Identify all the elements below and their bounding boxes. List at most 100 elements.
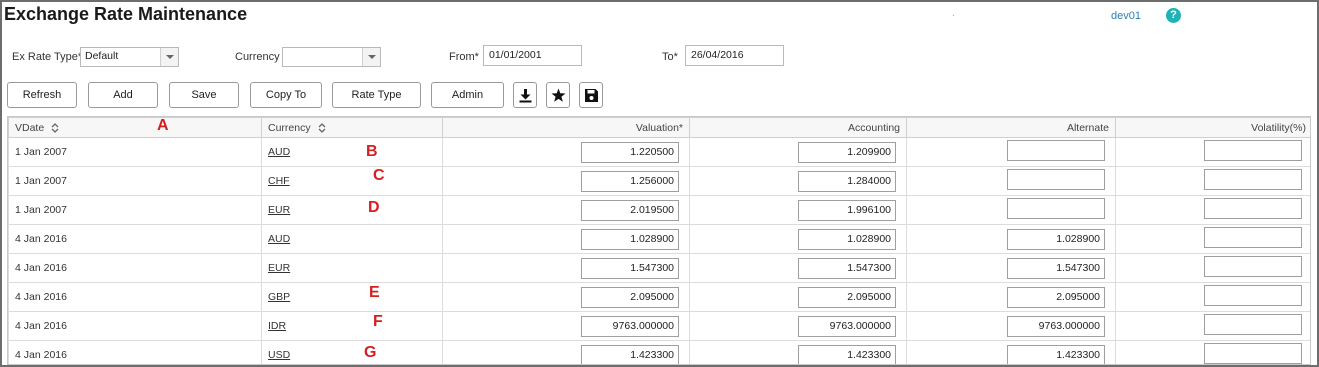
table-row[interactable]: 4 Jan 2016 AUD 1.028900 1.028900 1.028900	[8, 224, 1310, 254]
accounting-cell: 2.095000	[689, 282, 907, 312]
volatility-cell	[1115, 340, 1310, 364]
volatility-input[interactable]	[1204, 140, 1302, 161]
download-button[interactable]	[513, 82, 537, 108]
table-row[interactable]: 1 Jan 2007 CHF 1.256000 1.284000	[8, 166, 1310, 196]
table-row[interactable]: 1 Jan 2007 EUR 2.019500 1.996100	[8, 195, 1310, 225]
refresh-button[interactable]: Refresh	[7, 82, 77, 108]
column-header-alternate[interactable]: Alternate	[906, 117, 1116, 138]
add-button[interactable]: Add	[88, 82, 158, 108]
valuation-input[interactable]: 1.423300	[581, 344, 679, 364]
valuation-input[interactable]: 1.256000	[581, 170, 679, 192]
currency-link[interactable]: EUR	[268, 204, 290, 216]
copy-to-button[interactable]: Copy To	[250, 82, 322, 108]
valuation-cell: 1.028900	[442, 224, 690, 254]
valuation-input[interactable]: 1.547300	[581, 257, 679, 279]
accounting-input[interactable]: 1.423300	[798, 344, 896, 364]
currency-cell: GBP	[261, 282, 443, 312]
accounting-cell: 1.996100	[689, 195, 907, 225]
currency-cell: AUD	[261, 137, 443, 167]
currency-select[interactable]	[282, 47, 381, 67]
column-header-accounting[interactable]: Accounting	[689, 117, 907, 138]
alternate-input[interactable]: 1.423300	[1007, 344, 1105, 364]
currency-link[interactable]: AUD	[268, 233, 290, 245]
alternate-input[interactable]: 9763.000000	[1007, 315, 1105, 337]
valuation-input[interactable]: 2.095000	[581, 286, 679, 308]
save-button[interactable]: Save	[169, 82, 239, 108]
alternate-input[interactable]	[1007, 140, 1105, 161]
accounting-input[interactable]: 1.284000	[798, 170, 896, 192]
volatility-cell	[1115, 195, 1310, 225]
alternate-cell: 1.547300	[906, 253, 1116, 283]
table-row[interactable]: 1 Jan 2007 AUD 1.220500 1.209900	[8, 137, 1310, 167]
alternate-input[interactable]: 2.095000	[1007, 286, 1105, 308]
table-row[interactable]: 4 Jan 2016 EUR 1.547300 1.547300 1.547300	[8, 253, 1310, 283]
column-header-vdate[interactable]: VDate	[8, 117, 262, 138]
valuation-cell: 2.019500	[442, 195, 690, 225]
rate-type-button[interactable]: Rate Type	[332, 82, 421, 108]
accounting-input[interactable]: 9763.000000	[798, 315, 896, 337]
valuation-input[interactable]: 1.220500	[581, 141, 679, 163]
ex-rate-type-select[interactable]: Default	[80, 47, 179, 67]
volatility-input[interactable]	[1204, 169, 1302, 190]
save-layout-button[interactable]	[579, 82, 603, 108]
currency-link[interactable]: GBP	[268, 291, 290, 303]
volatility-input[interactable]	[1204, 285, 1302, 306]
currency-cell: AUD	[261, 224, 443, 254]
alternate-input[interactable]: 1.028900	[1007, 228, 1105, 250]
currency-link[interactable]: USD	[268, 349, 290, 361]
currency-link[interactable]: EUR	[268, 262, 290, 274]
from-label: From*	[449, 51, 479, 63]
column-label: VDate	[15, 121, 45, 134]
valuation-input[interactable]: 1.028900	[581, 228, 679, 250]
volatility-input[interactable]	[1204, 343, 1302, 364]
table-row[interactable]: 4 Jan 2016 USD 1.423300 1.423300 1.423300	[8, 340, 1310, 364]
volatility-cell	[1115, 224, 1310, 254]
chevron-down-icon[interactable]	[160, 48, 178, 66]
to-date-input[interactable]: 26/04/2016	[685, 45, 784, 66]
sort-icon[interactable]	[51, 122, 59, 133]
valuation-input[interactable]: 2.019500	[581, 199, 679, 221]
alternate-cell: 9763.000000	[906, 311, 1116, 341]
accounting-input[interactable]: 1.996100	[798, 199, 896, 221]
volatility-cell	[1115, 311, 1310, 341]
currency-link[interactable]: AUD	[268, 146, 290, 158]
volatility-input[interactable]	[1204, 198, 1302, 219]
admin-button[interactable]: Admin	[431, 82, 504, 108]
alternate-input[interactable]: 1.547300	[1007, 257, 1105, 279]
valuation-cell: 1.547300	[442, 253, 690, 283]
help-icon[interactable]: ?	[1166, 8, 1181, 23]
volatility-input[interactable]	[1204, 314, 1302, 335]
valuation-input[interactable]: 9763.000000	[581, 315, 679, 337]
column-label: Currency	[268, 121, 311, 134]
accounting-input[interactable]: 1.547300	[798, 257, 896, 279]
currency-link[interactable]: IDR	[268, 320, 286, 332]
accounting-input[interactable]: 1.028900	[798, 228, 896, 250]
favorite-button[interactable]	[546, 82, 570, 108]
volatility-input[interactable]	[1204, 256, 1302, 277]
user-name[interactable]: dev01	[1111, 10, 1141, 22]
vdate-cell: 4 Jan 2016	[8, 311, 262, 341]
valuation-cell: 9763.000000	[442, 311, 690, 341]
alternate-input[interactable]	[1007, 169, 1105, 190]
from-date-input[interactable]: 01/01/2001	[483, 45, 582, 66]
chevron-down-icon[interactable]	[362, 48, 380, 66]
vdate-cell: 4 Jan 2016	[8, 253, 262, 283]
marker-g: G	[364, 344, 377, 361]
alternate-input[interactable]	[1007, 198, 1105, 219]
sort-icon[interactable]	[318, 122, 326, 133]
accounting-cell: 1.284000	[689, 166, 907, 196]
marker-f: F	[373, 313, 383, 330]
currency-link[interactable]: CHF	[268, 175, 290, 187]
alternate-cell: 2.095000	[906, 282, 1116, 312]
vdate-cell: 4 Jan 2016	[8, 224, 262, 254]
column-header-valuation[interactable]: Valuation*	[442, 117, 690, 138]
accounting-input[interactable]: 2.095000	[798, 286, 896, 308]
table-row[interactable]: 4 Jan 2016 IDR 9763.000000 9763.000000 9763.…	[8, 311, 1310, 341]
column-header-currency[interactable]: Currency	[261, 117, 443, 138]
column-header-volatility[interactable]: Volatility(%)	[1115, 117, 1310, 138]
accounting-input[interactable]: 1.209900	[798, 141, 896, 163]
volatility-cell	[1115, 137, 1310, 167]
table-row[interactable]: 4 Jan 2016 GBP 2.095000 2.095000 2.095000	[8, 282, 1310, 312]
volatility-input[interactable]	[1204, 227, 1302, 248]
alternate-cell: 1.423300	[906, 340, 1116, 364]
